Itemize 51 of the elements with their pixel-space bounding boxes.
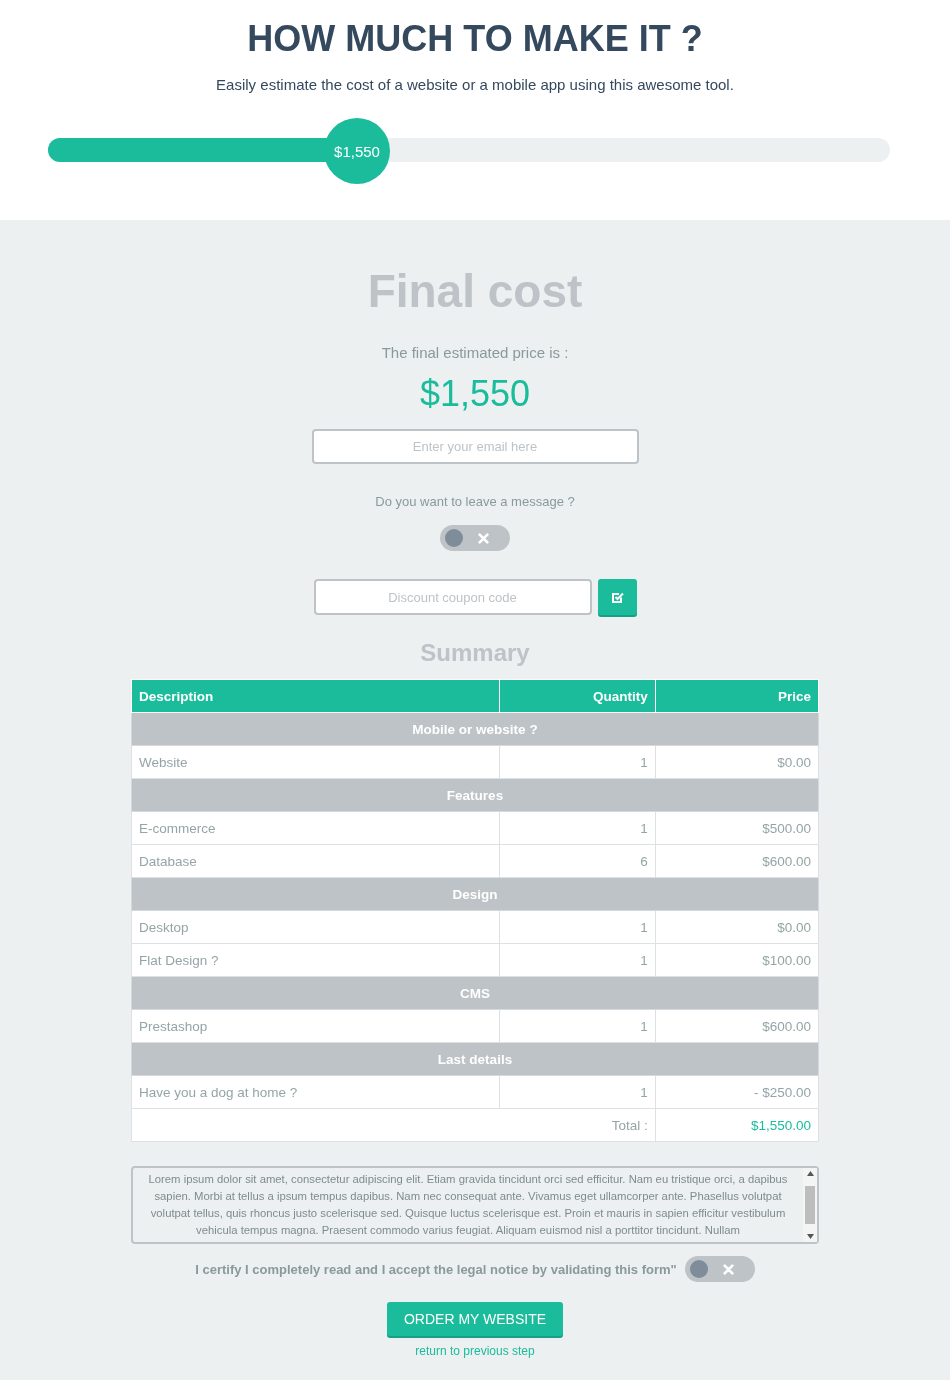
table-cell: $500.00 <box>655 811 819 845</box>
message-question: Do you want to leave a message ? <box>375 494 575 509</box>
group-header: Mobile or website ? <box>131 712 819 746</box>
table-cell: $600.00 <box>655 844 819 878</box>
legal-text-area[interactable]: Lorem ipsum dolor sit amet, consectetur adipiscing elit. Etiam gravida tincidunt orci sed efficitur. Nam eu tristique orci, a dapibus sapien. Morbi at tellus a ipsum tempus dapibus. Nam nec consequat ante. Vivamus eget ullamcorper ante. Phasellus volutpat volutpat tellus, quis rhoncus justo scelerisque sed. Quisque luctus scelerisque est. Proin et mauris in sapien efficitur vestibulum vehicula tempus magna. Praesent commodo varius feugiat. Aliquam euismod nisl a porttitor tincidunt. Nullam <box>131 1166 819 1244</box>
table-cell: E-commerce <box>131 811 500 845</box>
total-price: $1,550.00 <box>655 1108 819 1142</box>
table-cell: Desktop <box>131 910 500 944</box>
price-label: The final estimated price is : <box>381 344 569 361</box>
group-header: Last details <box>131 1042 819 1076</box>
table-cell: 6 <box>499 844 656 878</box>
table-cell: 1 <box>499 745 656 779</box>
group-header: CMS <box>131 976 819 1010</box>
table-cell: Flat Design ? <box>131 943 500 977</box>
checkbox-icon <box>610 590 624 604</box>
column-header: Price <box>655 679 819 713</box>
table-cell: 1 <box>499 943 656 977</box>
email-field[interactable]: Enter your email here <box>311 429 639 464</box>
table-cell: 1 <box>499 1075 656 1109</box>
table-cell: Database <box>131 844 500 878</box>
table-cell: $0.00 <box>655 910 819 944</box>
final-price: $1,550 <box>419 373 531 415</box>
subtitle: Easily estimate the cost of a website or a mobile app using this awesome tool. <box>216 76 734 93</box>
coupon-field[interactable]: Discount coupon code <box>313 579 592 615</box>
table-cell: 1 <box>499 811 656 845</box>
toggle-switch[interactable] <box>684 1256 755 1282</box>
table-cell: - $250.00 <box>655 1075 819 1109</box>
column-header: Quantity <box>499 679 656 713</box>
group-header: Features <box>131 778 819 812</box>
table-cell: $100.00 <box>655 943 819 977</box>
order-button[interactable]: ORDER MY WEBSITE <box>387 1302 563 1336</box>
table-cell: Prestashop <box>131 1009 500 1043</box>
group-header: Design <box>131 877 819 911</box>
table-cell: Website <box>131 745 500 779</box>
scroll-up-icon[interactable] <box>806 1171 814 1176</box>
scroll-down-icon[interactable] <box>806 1234 814 1239</box>
cross-icon <box>478 532 489 544</box>
table-cell: Have you a dog at home ? <box>131 1075 500 1109</box>
page-title: HOW MUCH TO MAKE IT ? <box>247 18 703 60</box>
back-link[interactable]: return to previous step <box>415 1344 535 1358</box>
column-header: Description <box>131 679 500 713</box>
table-cell: $600.00 <box>655 1009 819 1043</box>
total-label: Total : <box>131 1108 656 1142</box>
toggle-switch[interactable] <box>440 525 510 551</box>
cross-icon <box>722 1263 734 1275</box>
table-cell: $0.00 <box>655 745 819 779</box>
slider-handle[interactable]: $1,550 <box>324 118 390 184</box>
scrollbar[interactable] <box>803 1168 817 1242</box>
table-cell: 1 <box>499 910 656 944</box>
table-cell: 1 <box>499 1009 656 1043</box>
certify-label: I certify I completely read and I accept the legal notice by validating this form" <box>195 1261 677 1277</box>
